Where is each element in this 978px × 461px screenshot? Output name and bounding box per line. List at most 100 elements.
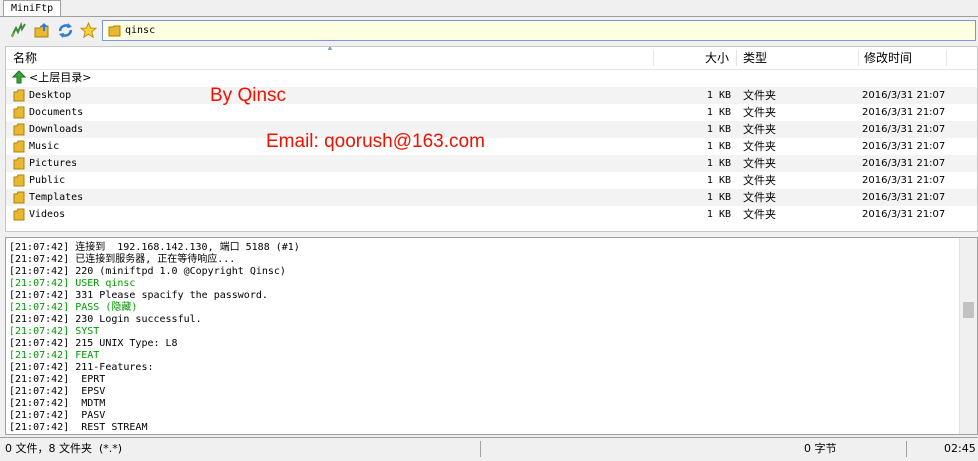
log-line: [21:07:42] FEAT [9, 350, 100, 361]
file-modified: 2016/3/31 21:07 [862, 124, 946, 135]
refresh-icon [58, 22, 72, 38]
folder-icon [13, 191, 25, 204]
file-name: Videos [29, 209, 66, 220]
file-size: 1 KB [706, 124, 731, 135]
connect-button[interactable] [9, 21, 27, 39]
log-line: [21:07:42] REST STREAM [9, 422, 148, 433]
file-row[interactable]: Templates 1 KB 文件夹 2016/3/31 21:07 [6, 189, 977, 206]
file-row[interactable]: Documents 1 KB 文件夹 2016/3/31 21:07 [6, 104, 977, 121]
file-size: 1 KB [706, 192, 731, 203]
file-type: 文件夹 [743, 208, 776, 221]
file-size: 1 KB [706, 141, 731, 152]
column-divider [946, 50, 947, 66]
status-time: 02:45 [944, 442, 976, 455]
parent-directory-label: <上层目录> [29, 71, 92, 84]
folder-icon [108, 25, 121, 37]
log-line: [21:07:42] PASS (隐藏) [9, 302, 138, 313]
column-header-type[interactable]: 类型 [739, 47, 767, 69]
folder-upload-icon [34, 22, 48, 37]
file-row[interactable]: Desktop 1 KB 文件夹 2016/3/31 21:07 [6, 87, 977, 104]
log-line: [21:07:42] USER qinsc [9, 278, 136, 289]
status-bytes: 0 字节 [804, 442, 837, 455]
folder-icon [13, 123, 25, 136]
file-row[interactable]: Public 1 KB 文件夹 2016/3/31 21:07 [6, 172, 977, 189]
log-panel[interactable]: [21:07:42] 连接到 192.168.142.130, 端口 5188 … [5, 237, 978, 435]
file-modified: 2016/3/31 21:07 [862, 90, 946, 101]
file-type: 文件夹 [743, 174, 776, 187]
refresh-button[interactable] [56, 21, 74, 39]
file-name: Pictures [29, 158, 78, 169]
file-size: 1 KB [706, 107, 731, 118]
email-watermark: Email: qoorush@163.com [266, 131, 485, 152]
file-list: ▲ 名称 大小 类型 修改时间 <上层目录> Desktop 1 KB 文件夹 … [5, 46, 978, 232]
folder-icon [13, 89, 25, 102]
log-line: [21:07:42] MDTM [9, 398, 106, 409]
column-divider [858, 50, 859, 66]
log-line: [21:07:42] SYST [9, 326, 100, 337]
up-arrow-icon [12, 70, 26, 84]
log-line: [21:07:42] 连接到 192.168.142.130, 端口 5188 … [9, 242, 300, 253]
status-counts: 0 文件，8 文件夹 (*.*) [5, 442, 123, 455]
path-bar [102, 20, 976, 41]
file-type: 文件夹 [743, 89, 776, 102]
log-line: [21:07:42] 215 UNIX Type: L8 [9, 338, 178, 349]
column-header-modified[interactable]: 修改时间 [860, 47, 912, 69]
file-row[interactable]: Pictures 1 KB 文件夹 2016/3/31 21:07 [6, 155, 977, 172]
folder-icon [13, 208, 25, 221]
log-line: [21:07:42] EPSV [9, 386, 106, 397]
folder-icon [13, 157, 25, 170]
status-divider [480, 441, 481, 457]
path-input[interactable] [125, 23, 965, 38]
file-type: 文件夹 [743, 140, 776, 153]
file-type: 文件夹 [743, 157, 776, 170]
file-type: 文件夹 [743, 191, 776, 204]
log-line: [21:07:42] PASV [9, 410, 106, 421]
file-name: Public [29, 175, 66, 186]
file-modified: 2016/3/31 21:07 [862, 175, 946, 186]
file-list-header: ▲ 名称 大小 类型 修改时间 [6, 47, 977, 70]
file-row[interactable]: Music 1 KB 文件夹 2016/3/31 21:07 [6, 138, 977, 155]
author-watermark: By Qinsc [210, 85, 287, 106]
log-line: [21:07:42] 220 (miniftpd 1.0 @Copyright … [9, 266, 286, 277]
file-modified: 2016/3/31 21:07 [862, 107, 946, 118]
status-divider [906, 441, 907, 457]
log-line: [21:07:42] 230 Login successful. [9, 314, 202, 325]
log-line: [21:07:42] 211-Features: [9, 362, 154, 373]
file-size: 1 KB [706, 175, 731, 186]
folder-icon [13, 106, 25, 119]
lightning-icon [10, 21, 26, 37]
file-size: 1 KB [706, 209, 731, 220]
file-modified: 2016/3/31 21:07 [862, 141, 946, 152]
log-scrollbar-thumb[interactable] [963, 302, 974, 318]
folder-icon [13, 174, 25, 187]
star-icon [79, 21, 97, 38]
file-size: 1 KB [706, 90, 731, 101]
file-size: 1 KB [706, 158, 731, 169]
folder-icon [13, 140, 25, 153]
file-modified: 2016/3/31 21:07 [862, 192, 946, 203]
file-row[interactable]: Videos 1 KB 文件夹 2016/3/31 21:07 [6, 206, 977, 223]
log-line: [21:07:42] 331 Please spacify the passwo… [9, 290, 268, 301]
file-row[interactable]: Downloads 1 KB 文件夹 2016/3/31 21:07 [6, 121, 977, 138]
status-bar: 0 文件，8 文件夹 (*.*) 0 字节 02:45 [0, 437, 978, 461]
tab-strip: MiniFtp [0, 0, 978, 17]
file-name: Templates [29, 192, 84, 203]
tab-miniftp[interactable]: MiniFtp [3, 0, 62, 16]
upload-button[interactable] [33, 21, 51, 39]
column-divider [653, 50, 654, 66]
file-modified: 2016/3/31 21:07 [862, 158, 946, 169]
log-line: [21:07:42] 已连接到服务器, 正在等待响应... [9, 254, 236, 265]
log-line: [21:07:42] EPRT [9, 374, 106, 385]
column-header-name[interactable]: 名称 [9, 47, 37, 69]
column-divider [736, 50, 737, 66]
file-name: Music [29, 141, 60, 152]
file-modified: 2016/3/31 21:07 [862, 209, 946, 220]
parent-directory-row[interactable]: <上层目录> [6, 69, 977, 86]
column-header-size[interactable]: 大小 [701, 47, 729, 69]
file-name: Documents [29, 107, 84, 118]
log-scrollbar[interactable] [959, 238, 977, 434]
file-name: Downloads [29, 124, 84, 135]
file-name: Desktop [29, 90, 72, 101]
favorite-button[interactable] [79, 21, 97, 39]
file-type: 文件夹 [743, 106, 776, 119]
